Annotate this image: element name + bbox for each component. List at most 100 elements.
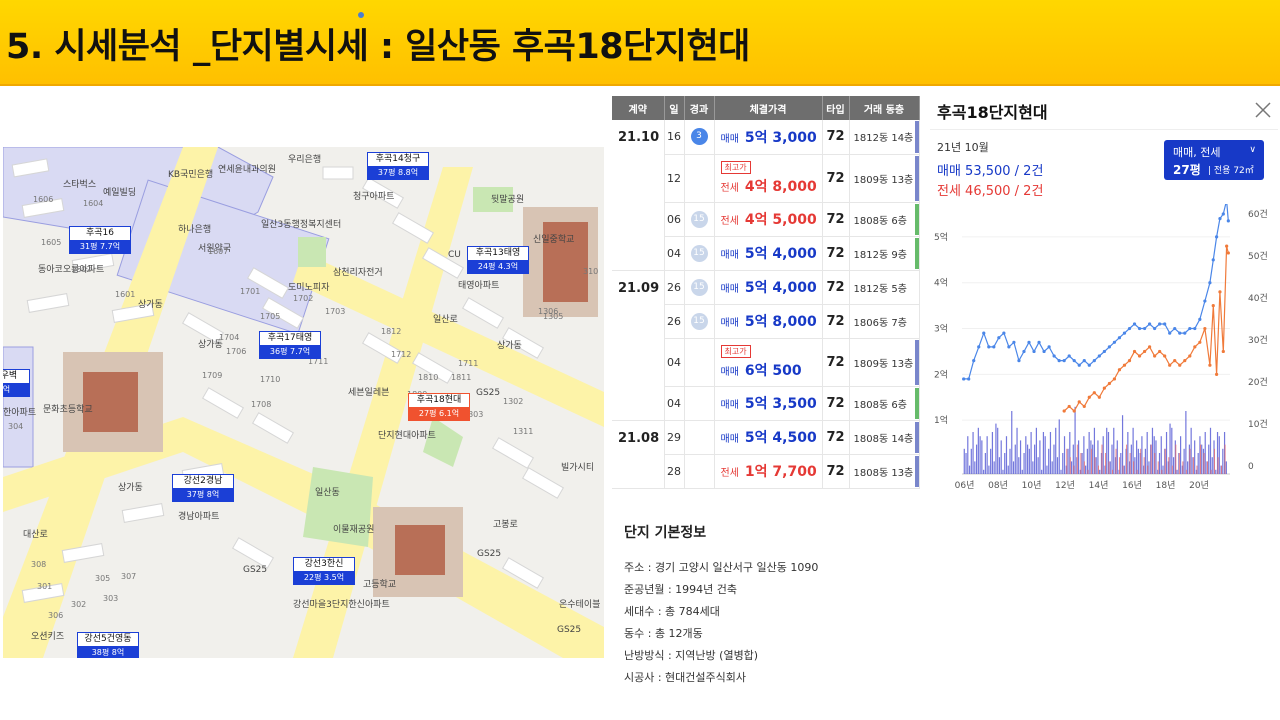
volume-bar — [1042, 432, 1045, 474]
col-contract[interactable]: 계약 — [612, 96, 665, 120]
series-point — [1142, 349, 1147, 354]
col-day[interactable]: 일 — [664, 96, 685, 120]
map-label[interactable]: 상가동 — [497, 338, 522, 351]
volume-bar — [1004, 453, 1006, 474]
deal-price: 5억 4,000 — [744, 246, 817, 262]
price-cell: 최고가 전세 4억 8,000 — [714, 154, 823, 203]
map-pin[interactable]: 후곡18현대 27평 6.1억 — [408, 393, 470, 421]
building-floor: 1812동 5층 — [849, 270, 920, 305]
pin-name: 후곡14청구 — [375, 154, 421, 164]
map-label[interactable]: 이물재공원 — [333, 522, 374, 535]
map-label[interactable]: 도미노피자 — [288, 280, 329, 293]
map-label[interactable]: 대산로 — [23, 527, 48, 540]
deal-price: 5억 4,000 — [744, 280, 817, 296]
map-label[interactable]: 상가동 — [138, 297, 163, 310]
deal-price: 5억 4,500 — [744, 430, 817, 446]
contract-day: 16 — [664, 120, 685, 155]
elapsed-cell: 15 — [684, 270, 715, 305]
volume-bar — [967, 436, 969, 474]
col-elapsed[interactable]: 경과 — [684, 96, 715, 120]
map-label[interactable]: 우리은행 — [288, 152, 321, 165]
map-label[interactable]: 일산로 — [433, 312, 458, 325]
map-label[interactable]: 일산3동행정복지센터 — [261, 217, 341, 230]
volume-bar — [1121, 415, 1124, 474]
price-line: 매매 5억 4,000 — [721, 243, 822, 263]
map-label[interactable]: 빌가시티 — [561, 460, 594, 473]
col-price[interactable]: 체결가격 — [714, 96, 823, 120]
table-row[interactable]: 21.09 26 15 매매 5억 4,000 72 1812동 5층 — [612, 270, 920, 421]
filter-dropdown[interactable]: 매매, 전세 ∨ 27평 | 전용 72㎡ — [1164, 140, 1264, 180]
volume-bar — [981, 440, 983, 474]
volume-bar — [995, 423, 997, 474]
series-point — [1188, 326, 1192, 331]
col-type[interactable]: 타입 — [822, 96, 850, 120]
map-view[interactable]: 스타벅스예일빌딩 KB국민은행 연세윤내과의원 우리은행청구아파트 뒷말공원일산3동행정… — [3, 147, 604, 658]
deal-type: 전세 — [720, 468, 739, 479]
col-location[interactable]: 거래 동층 — [849, 96, 920, 120]
map-pin[interactable]: 강선3한신 22평 3.5억 — [293, 557, 355, 585]
floor-bar — [914, 339, 918, 385]
series-point — [1211, 258, 1215, 262]
map-label[interactable]: 문화초등학교 — [43, 402, 93, 415]
close-icon[interactable] — [1253, 100, 1273, 120]
map-label[interactable]: 경남아파트 — [178, 509, 219, 522]
table-row[interactable]: 21.10 16 3 매매 5억 3,000 72 1812동 14층 — [612, 120, 920, 271]
pin-name: 21대우벽 — [3, 371, 18, 381]
map-label[interactable]: 온수테이블 — [559, 597, 600, 610]
volume-bar — [1106, 427, 1108, 474]
volume-bar — [1172, 457, 1175, 474]
deal-type: 매매 — [720, 284, 739, 295]
map-pin[interactable]: 강선5건영동 38평 8억 — [77, 632, 139, 658]
map-pin[interactable]: 강선2경남 37평 8억 — [172, 474, 234, 502]
map-label[interactable]: 고등학교 — [363, 577, 396, 590]
map-label[interactable]: 고봉로 — [493, 517, 518, 530]
contract-day: 26 — [664, 270, 685, 305]
map-label[interactable]: GS25 — [477, 549, 501, 559]
volume-bar — [970, 448, 972, 474]
map-label[interactable]: 연세윤내과의원 — [218, 162, 276, 175]
map-pin[interactable]: 후곡14청구 37평 8.8억 — [367, 152, 429, 180]
map-label[interactable]: 스타벅스 — [63, 177, 96, 190]
deal-price: 6억 500 — [744, 363, 802, 379]
pin-name: 후곡13태영 — [475, 248, 521, 258]
map-label[interactable]: GS25 — [557, 625, 581, 635]
map-label[interactable]: 강선마을3단지한신아파트 — [293, 597, 390, 610]
series-point — [1112, 377, 1117, 381]
volume-bar-jeonse — [1217, 457, 1219, 474]
map-pin[interactable]: 후곡16 31평 7.7억 — [69, 226, 131, 254]
series-point — [1178, 363, 1182, 367]
pin-value: 22평 3.5억 — [294, 571, 354, 584]
volume-bar-jeonse — [1175, 444, 1177, 474]
map-pin[interactable]: 후곡17태영 36평 7.7억 — [259, 331, 321, 359]
map-label[interactable]: CU — [448, 250, 461, 260]
map-label[interactable]: 상가동 — [118, 480, 143, 493]
series-point — [1208, 363, 1212, 367]
map-label[interactable]: 뒷말공원 — [491, 192, 524, 205]
map-label[interactable]: 삼천리자전거 — [333, 265, 383, 278]
map-label[interactable]: 한아파트 — [3, 405, 36, 418]
map-label[interactable]: 태영아파트 — [458, 278, 499, 291]
series-point — [1082, 359, 1086, 363]
map-label[interactable]: KB국민은행 — [168, 167, 213, 180]
table-row[interactable]: 21.08 29 매매 5억 4,500 72 1808동 14층 — [612, 420, 920, 489]
deal-price: 5억 3,500 — [744, 396, 817, 412]
building-floor-text: 1808동 6층 — [853, 215, 907, 227]
map-label[interactable]: 오션키즈 — [31, 629, 64, 642]
volume-bar — [1039, 440, 1041, 474]
volume-bar-jeonse — [1182, 461, 1184, 474]
elapsed-cell — [684, 154, 715, 203]
series-point — [1027, 340, 1031, 344]
map-label[interactable]: 예일빌딩 — [103, 185, 136, 198]
building-number: 307 — [121, 572, 137, 581]
map-pin[interactable]: 후곡13태영 24평 4.3억 — [467, 246, 529, 274]
map-label[interactable]: 하나은행 — [178, 222, 211, 235]
map-label[interactable]: 세븐일레븐 — [348, 385, 389, 398]
volume-bar — [1116, 440, 1118, 474]
map-pin[interactable]: 21대우벽평 8억 — [3, 369, 30, 397]
map-label[interactable]: GS25 — [476, 388, 500, 398]
map-label[interactable]: 신일중학교 — [533, 232, 574, 245]
map-label[interactable]: 일산동 — [315, 485, 340, 498]
map-label[interactable]: 청구아파트 — [353, 189, 394, 202]
map-label[interactable]: GS25 — [243, 565, 267, 575]
map-label[interactable]: 단지현대아파트 — [378, 428, 436, 441]
